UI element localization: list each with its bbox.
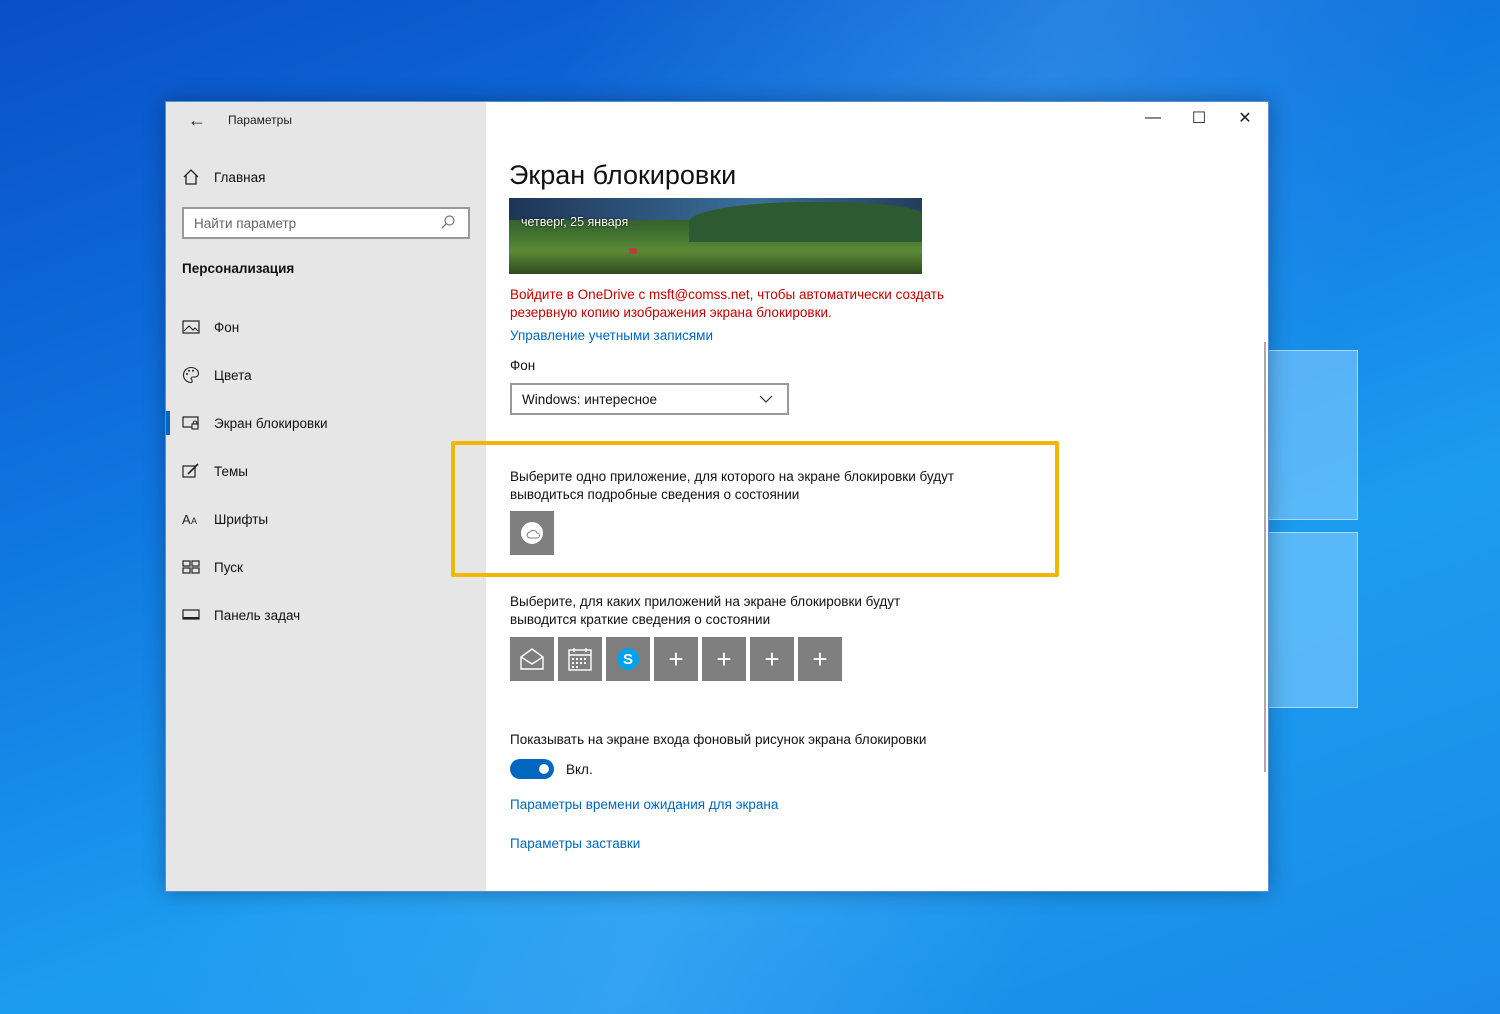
onedrive-warning: Войдите в OneDrive с msft@comss.net, что… bbox=[510, 287, 945, 320]
sidebar-item-label: Цвета bbox=[214, 367, 252, 383]
search-box[interactable] bbox=[182, 207, 470, 239]
calendar-icon bbox=[567, 646, 593, 672]
background-dropdown-value: Windows: интересное bbox=[522, 391, 658, 407]
palette-icon bbox=[182, 366, 200, 384]
preview-mountain bbox=[689, 202, 922, 242]
quick-app-add-3[interactable]: + bbox=[750, 637, 794, 681]
sidebar-item-label: Фон bbox=[214, 319, 240, 335]
signin-background-toggle-row: Вкл. bbox=[510, 759, 593, 779]
screensaver-link[interactable]: Параметры заставки bbox=[510, 836, 640, 851]
sidebar-item-label: Темы bbox=[214, 463, 248, 479]
plus-icon: + bbox=[812, 644, 828, 674]
sidebar-item-themes[interactable]: Темы bbox=[166, 447, 486, 495]
sidebar-item-label: Экран блокировки bbox=[214, 415, 328, 431]
highlight-frame bbox=[451, 441, 1059, 577]
sidebar-item-label: Панель задач bbox=[214, 607, 301, 623]
scrollbar[interactable] bbox=[1264, 342, 1266, 772]
background-dropdown[interactable]: Windows: интересное bbox=[510, 383, 789, 415]
plus-icon: + bbox=[668, 644, 684, 674]
quick-app-add-4[interactable]: + bbox=[798, 637, 842, 681]
sidebar-item-start[interactable]: Пуск bbox=[166, 543, 486, 591]
start-icon bbox=[182, 558, 200, 576]
plus-icon: + bbox=[764, 644, 780, 674]
main-content: — ☐ ✕ Экран блокировки четверг, 25 январ… bbox=[451, 102, 1268, 891]
weather-icon bbox=[519, 520, 545, 546]
windows-logo bbox=[1268, 350, 1360, 710]
detailed-status-description: Выберите одно приложение, для которого н… bbox=[510, 469, 955, 502]
taskbar-icon bbox=[182, 606, 200, 624]
lock-screen-icon bbox=[182, 414, 200, 432]
sidebar-item-fonts[interactable]: AA Шрифты bbox=[166, 495, 486, 543]
quick-status-description: Выберите, для каких приложений на экране… bbox=[510, 594, 901, 627]
preview-date: четверг, 25 января bbox=[521, 215, 629, 229]
quick-app-add-1[interactable]: + bbox=[654, 637, 698, 681]
svg-text:S: S bbox=[623, 651, 633, 668]
page-title: Экран блокировки bbox=[509, 160, 737, 190]
mail-icon bbox=[518, 647, 546, 671]
manage-accounts-link[interactable]: Управление учетными записями bbox=[510, 328, 713, 343]
sidebar-item-colors[interactable]: Цвета bbox=[166, 351, 486, 399]
lock-screen-preview: четверг, 25 января bbox=[509, 198, 922, 274]
quick-app-skype[interactable]: S bbox=[606, 637, 650, 681]
sidebar-item-background[interactable]: Фон bbox=[166, 303, 486, 351]
svg-text:A: A bbox=[191, 516, 197, 526]
section-heading: Персонализация bbox=[182, 261, 295, 276]
fonts-icon: AA bbox=[182, 510, 200, 528]
nav-home[interactable]: Главная bbox=[182, 165, 265, 189]
quick-status-apps: S + + + + bbox=[510, 637, 842, 681]
screen-timeout-link[interactable]: Параметры времени ожидания для экрана bbox=[510, 797, 778, 812]
detailed-status-app-button[interactable] bbox=[510, 511, 554, 555]
plus-icon: + bbox=[716, 644, 732, 674]
back-button[interactable]: ← bbox=[182, 110, 212, 132]
background-label: Фон bbox=[510, 358, 536, 373]
signin-background-label: Показывать на экране входа фоновый рисун… bbox=[510, 732, 927, 747]
sidebar-item-label: Пуск bbox=[214, 559, 243, 575]
image-icon bbox=[182, 318, 200, 336]
chevron-down-icon bbox=[759, 390, 777, 408]
search-input[interactable] bbox=[194, 215, 440, 231]
sidebar-item-lock-screen[interactable]: Экран блокировки bbox=[166, 399, 486, 447]
quick-app-add-2[interactable]: + bbox=[702, 637, 746, 681]
settings-window: ← Параметры Главная Персонализация Фон bbox=[165, 101, 1269, 892]
sidebar-item-label: Шрифты bbox=[214, 511, 269, 527]
svg-text:A: A bbox=[182, 512, 191, 527]
window-title: Параметры bbox=[228, 113, 292, 127]
minimize-button[interactable]: — bbox=[1130, 102, 1176, 134]
skype-icon: S bbox=[616, 647, 640, 671]
preview-hiker bbox=[629, 248, 637, 254]
maximize-button[interactable]: ☐ bbox=[1176, 102, 1222, 134]
close-button[interactable]: ✕ bbox=[1222, 102, 1268, 134]
home-icon bbox=[182, 168, 200, 186]
nav-list: Фон Цвета Экран блокировки Темы A A Шриф… bbox=[166, 303, 486, 639]
toggle-state-label: Вкл. bbox=[566, 761, 593, 777]
sidebar: ← Параметры Главная Персонализация Фон bbox=[166, 102, 486, 891]
quick-app-calendar[interactable] bbox=[558, 637, 602, 681]
signin-background-toggle[interactable] bbox=[510, 759, 554, 779]
search-icon[interactable] bbox=[440, 214, 458, 232]
quick-app-mail[interactable] bbox=[510, 637, 554, 681]
brush-icon bbox=[182, 462, 200, 480]
nav-home-label: Главная bbox=[214, 169, 266, 185]
sidebar-item-taskbar[interactable]: Панель задач bbox=[166, 591, 486, 639]
